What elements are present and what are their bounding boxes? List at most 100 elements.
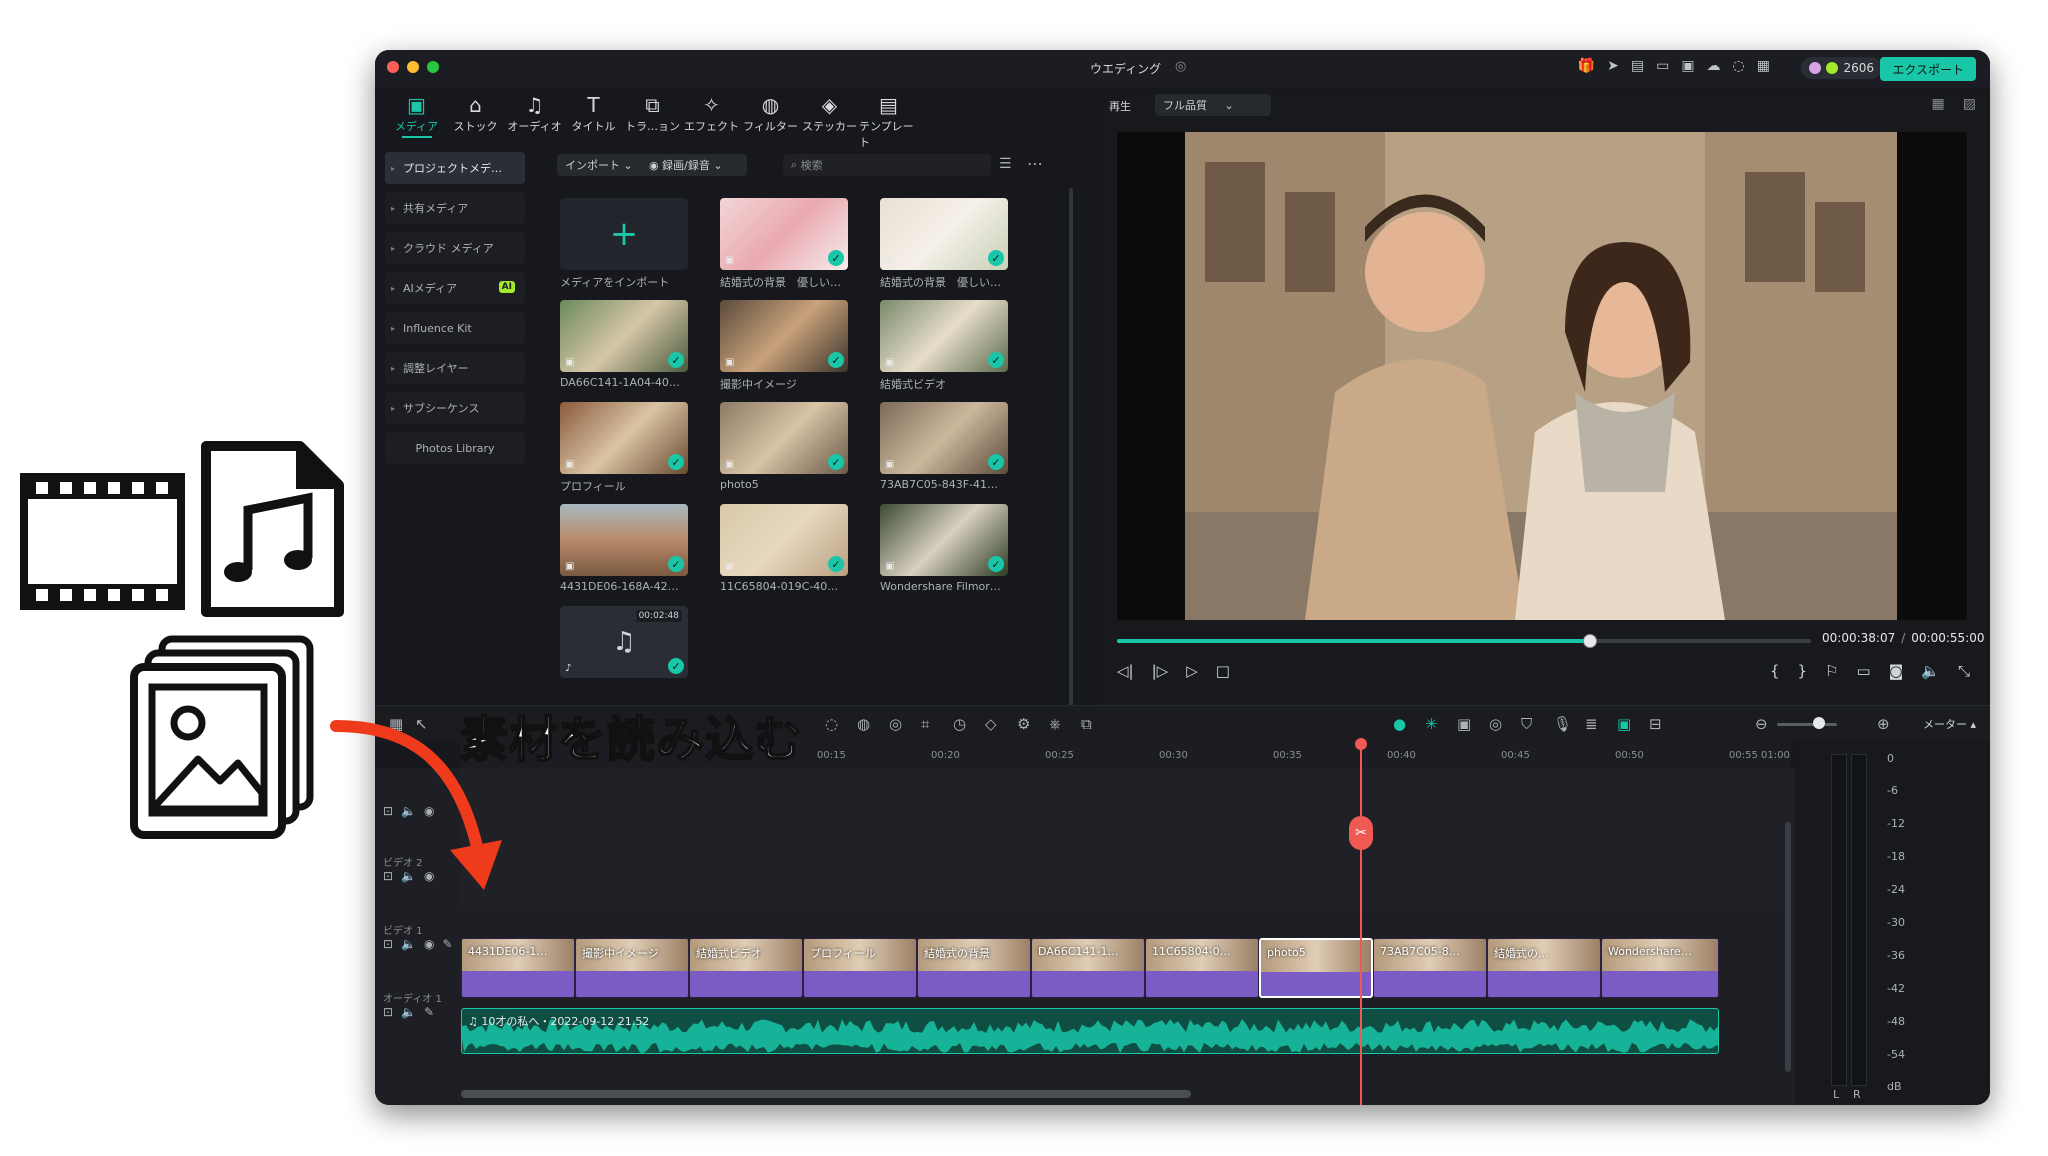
- credit-badge[interactable]: 2606: [1801, 57, 1882, 79]
- speed-icon[interactable]: ◷: [953, 715, 966, 733]
- media-card[interactable]: ▣ ✓ 結婚式の背景 優しい…: [720, 198, 848, 290]
- apps-icon[interactable]: ▦: [1757, 58, 1770, 74]
- eye-icon[interactable]: ◉: [424, 937, 442, 951]
- sidebar-item-influence-kit[interactable]: ▸ Influence Kit: [385, 312, 525, 344]
- mark-in-icon[interactable]: {: [1770, 662, 1780, 680]
- timeline-clip-selected[interactable]: photo5: [1259, 938, 1373, 998]
- timeline-clip[interactable]: Wondershare…: [1601, 938, 1719, 998]
- subtitle-icon[interactable]: ▤: [1631, 58, 1644, 74]
- grid-view-icon[interactable]: ▦: [1932, 96, 1945, 112]
- video-frame[interactable]: [1117, 132, 1967, 620]
- timeline-clip[interactable]: DA66C141-1…: [1031, 938, 1145, 998]
- ai-tool-icon[interactable]: ◎: [889, 715, 902, 733]
- search-input[interactable]: ⌕ 検索: [783, 154, 991, 176]
- save-icon[interactable]: ▣: [1681, 58, 1694, 74]
- track-lane[interactable]: [461, 768, 1791, 848]
- audio-media-card[interactable]: ♫ 00:02:48 ♪ ✓: [560, 606, 688, 678]
- playhead-handle[interactable]: [1355, 738, 1367, 750]
- zoom-out-icon[interactable]: ⊖: [1755, 715, 1768, 733]
- tab-effect[interactable]: ✧ エフェクト: [682, 92, 741, 142]
- magic-icon[interactable]: ✎: [424, 1005, 442, 1019]
- lock-icon[interactable]: ⊡: [383, 1005, 401, 1019]
- microphone-icon[interactable]: 🎙: [1553, 715, 1572, 733]
- layout-icon[interactable]: ▭: [1656, 58, 1669, 74]
- tab-sticker[interactable]: ◈ ステッカー: [800, 92, 859, 142]
- filter-sort-icon[interactable]: ☰: [999, 156, 1012, 172]
- tab-transition[interactable]: ⧉ トラ…ョン: [623, 92, 682, 142]
- next-frame-icon[interactable]: |▷: [1152, 662, 1169, 680]
- tab-filter[interactable]: ◍ フィルター: [741, 92, 800, 142]
- camera-icon[interactable]: ◙: [1889, 662, 1904, 680]
- lock-icon[interactable]: ⊡: [383, 937, 401, 951]
- timeline-clip[interactable]: 73AB7C05-8…: [1373, 938, 1487, 998]
- playhead[interactable]: [1360, 740, 1362, 1105]
- media-card[interactable]: ▣ ✓ photo5: [720, 402, 848, 491]
- export-button[interactable]: エクスポート: [1880, 57, 1976, 81]
- snapshot-image-icon[interactable]: ▨: [1963, 96, 1976, 112]
- mute-icon[interactable]: 🔈: [401, 937, 424, 951]
- import-media-card[interactable]: + メディアをインポート: [560, 198, 688, 290]
- support-icon[interactable]: ◌: [1733, 58, 1745, 74]
- translate-icon[interactable]: ⧉: [1081, 715, 1092, 733]
- fit-icon[interactable]: ⊟: [1649, 715, 1662, 733]
- volume-icon[interactable]: 🔈: [1921, 662, 1940, 680]
- tab-title[interactable]: T タイトル: [564, 92, 623, 142]
- close-window-button[interactable]: [387, 61, 399, 73]
- quality-dropdown[interactable]: フル品質 ⌄: [1155, 94, 1271, 116]
- zoom-slider-handle[interactable]: [1813, 717, 1825, 729]
- stop-icon[interactable]: □: [1216, 662, 1230, 680]
- mask-icon[interactable]: ◍: [857, 715, 870, 733]
- timeline-clip[interactable]: 撮影中イメージ: [575, 938, 689, 998]
- zoom-in-icon[interactable]: ⊕: [1877, 715, 1890, 733]
- media-card[interactable]: ▣ ✓ 結婚式の背景 優しい…: [880, 198, 1008, 290]
- gift-icon[interactable]: 🎁: [1578, 58, 1595, 74]
- library-scrollbar[interactable]: [1069, 188, 1073, 728]
- import-dropdown[interactable]: インポート ⌄: [557, 154, 647, 176]
- send-icon[interactable]: ➤: [1607, 58, 1619, 74]
- cloud-upload-icon[interactable]: ☁: [1707, 58, 1721, 74]
- media-card[interactable]: ▣ ✓ Wondershare Filmor…: [880, 504, 1008, 593]
- zoom-window-button[interactable]: [427, 61, 439, 73]
- sidebar-item-ai-media[interactable]: ▸ AIメディア AI: [385, 272, 525, 304]
- zoom-slider[interactable]: [1777, 723, 1837, 726]
- timeline-horizontal-scrollbar[interactable]: [461, 1090, 1191, 1098]
- ai-assist-icon[interactable]: ●: [1393, 715, 1406, 733]
- tab-media[interactable]: ▣ メディア: [387, 92, 446, 142]
- keyframe-icon[interactable]: ◇: [985, 715, 997, 733]
- marker-icon[interactable]: ⚐: [1825, 662, 1838, 680]
- mute-icon[interactable]: 🔈: [401, 1005, 424, 1019]
- display-icon[interactable]: ▭: [1857, 662, 1871, 680]
- media-card[interactable]: ▣ ✓ 結婚式ビデオ: [880, 300, 1008, 392]
- sidebar-item-shared-media[interactable]: ▸ 共有メディア: [385, 192, 525, 224]
- sidebar-item-photos-library[interactable]: Photos Library: [385, 432, 525, 464]
- color-icon[interactable]: ◌: [825, 715, 838, 733]
- sidebar-item-subsequence[interactable]: ▸ サブシーケンス: [385, 392, 525, 424]
- sidebar-item-adjustment-layer[interactable]: ▸ 調整レイヤー: [385, 352, 525, 384]
- track-lane-video2[interactable]: [461, 850, 1791, 910]
- timeline-clip[interactable]: 4431DE06-1…: [461, 938, 575, 998]
- sidebar-item-project-media[interactable]: ▸ プロジェクトメデ…: [385, 152, 525, 184]
- media-card[interactable]: ▣ ✓ DA66C141-1A04-40…: [560, 300, 688, 389]
- minimize-window-button[interactable]: [407, 61, 419, 73]
- media-card[interactable]: ▣ ✓ 撮影中イメージ: [720, 300, 848, 392]
- meter-dropdown[interactable]: メーター ▴: [1923, 716, 1976, 732]
- media-card[interactable]: ▣ ✓ 73AB7C05-843F-41…: [880, 402, 1008, 491]
- timeline-clip[interactable]: 結婚式の背景: [917, 938, 1031, 998]
- pip-icon[interactable]: ▣: [1617, 715, 1631, 733]
- previous-frame-icon[interactable]: ◁|: [1117, 662, 1134, 680]
- mark-out-icon[interactable]: }: [1798, 662, 1808, 680]
- tab-template[interactable]: ▤ テンプレート: [859, 92, 918, 149]
- media-card[interactable]: ▣ ✓ 4431DE06-168A-42…: [560, 504, 688, 593]
- tab-audio[interactable]: ♫ オーディオ: [505, 92, 564, 142]
- render-icon[interactable]: ◎: [1489, 715, 1502, 733]
- auto-edit-icon[interactable]: ▣: [1457, 715, 1471, 733]
- timeline-clip[interactable]: 11C65804-0…: [1145, 938, 1259, 998]
- timeline-clip[interactable]: 結婚式ビデオ: [689, 938, 803, 998]
- adjust-icon[interactable]: ⚙: [1017, 715, 1030, 733]
- audio-track-icon[interactable]: ≣: [1585, 715, 1598, 733]
- crop-icon[interactable]: ⌗: [921, 715, 929, 733]
- shield-icon[interactable]: ⛉: [1521, 715, 1532, 733]
- timeline-vertical-scrollbar[interactable]: [1785, 822, 1791, 1072]
- snap-icon[interactable]: ✳: [1425, 715, 1438, 733]
- media-card[interactable]: ▣ ✓ 11C65804-019C-40…: [720, 504, 848, 593]
